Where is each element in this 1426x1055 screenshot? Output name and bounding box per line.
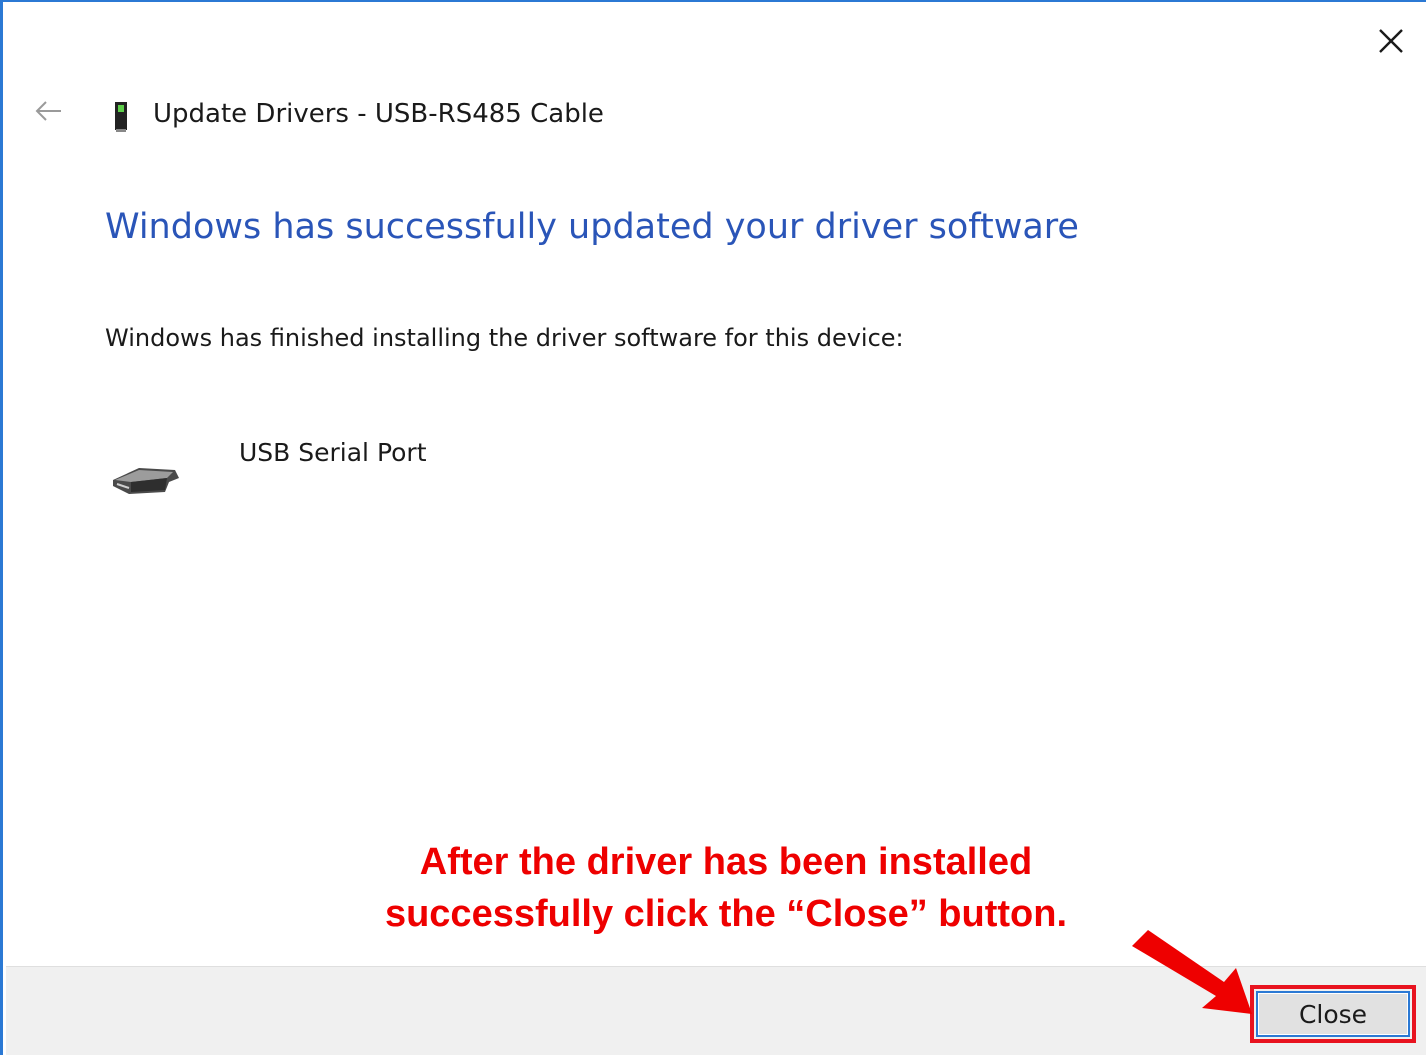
serial-port-icon xyxy=(113,468,179,494)
annotation-line-1: After the driver has been installed xyxy=(419,841,1033,883)
close-button[interactable]: Close xyxy=(1256,991,1410,1037)
status-message: Windows has finished installing the driv… xyxy=(105,324,904,352)
dialog-title: Update Drivers - USB-RS485 Cable xyxy=(153,99,604,129)
update-drivers-dialog: Update Drivers - USB-RS485 Cable Windows… xyxy=(0,0,1426,1055)
annotation-line-2: successfully click the “Close” button. xyxy=(384,893,1068,935)
device-name: USB Serial Port xyxy=(239,438,427,467)
instruction-annotation: After the driver has been installed succ… xyxy=(303,836,1149,940)
back-button[interactable] xyxy=(31,98,65,124)
pointer-arrow-icon xyxy=(1132,930,1252,1014)
close-window-button[interactable] xyxy=(1374,24,1408,58)
back-arrow-icon xyxy=(35,101,61,121)
success-headline: Windows has successfully updated your dr… xyxy=(105,207,1079,247)
close-x-icon xyxy=(1379,29,1403,53)
device-small-icon xyxy=(115,102,127,132)
